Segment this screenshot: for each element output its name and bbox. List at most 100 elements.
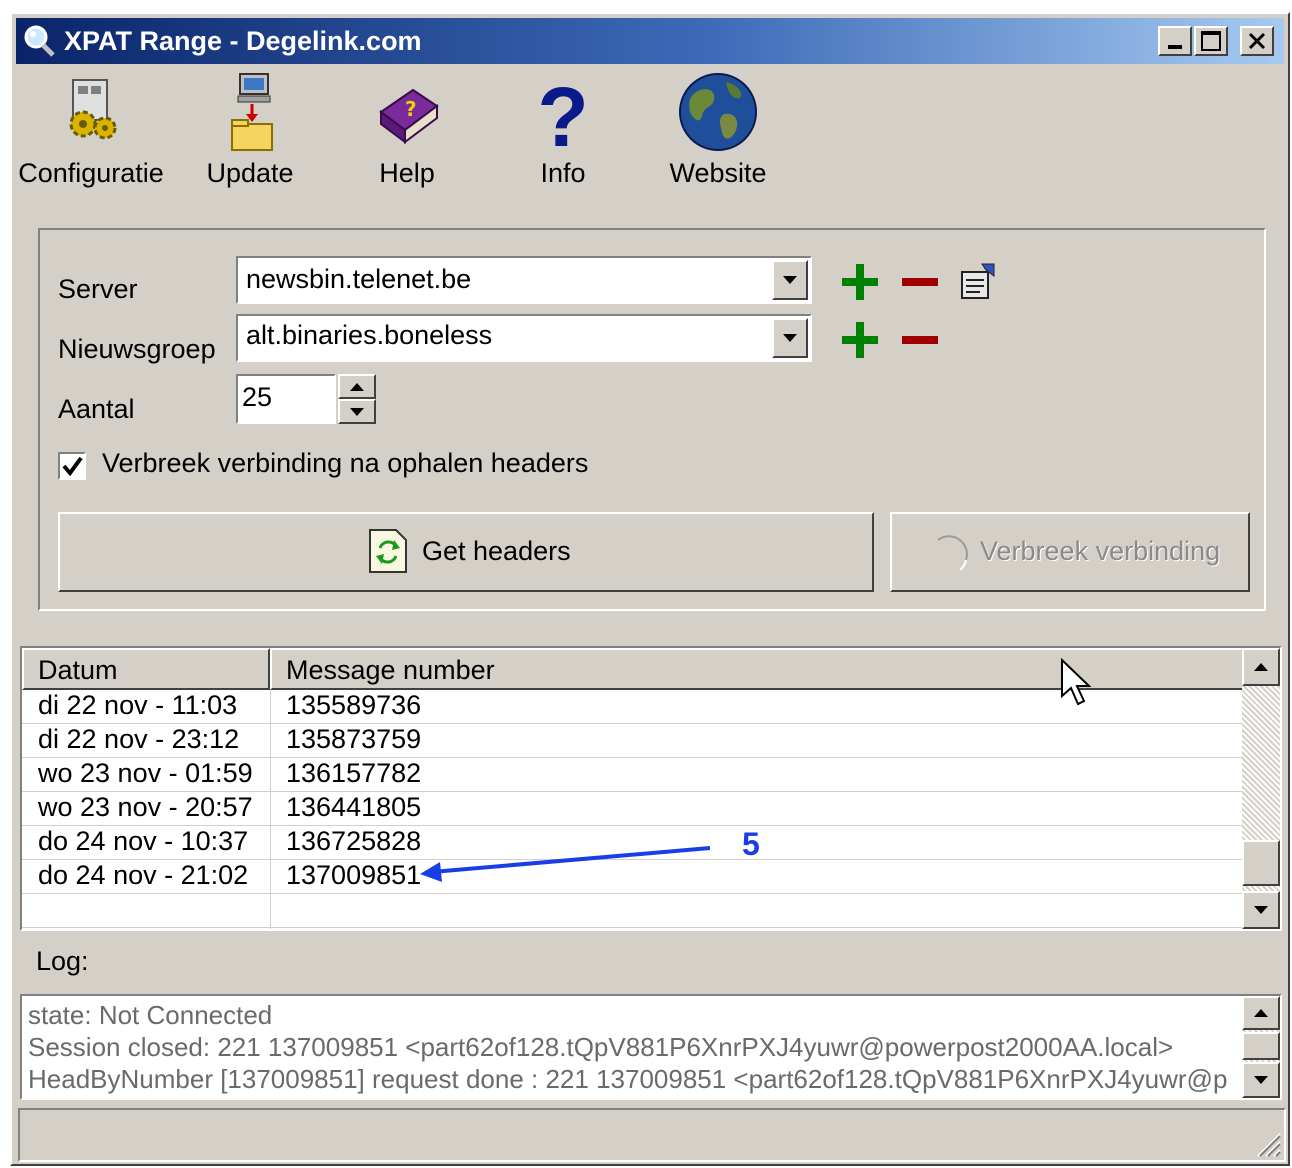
question-mark-icon: ? xyxy=(537,72,588,156)
magnifier-icon xyxy=(24,25,55,57)
log-label: Log: xyxy=(36,946,89,976)
count-decrement-button[interactable] xyxy=(338,399,376,424)
row-message-number: 136157782 xyxy=(286,758,422,788)
svg-text:?: ? xyxy=(405,97,417,121)
toolbar-label: Help xyxy=(379,158,435,188)
remove-server-icon[interactable] xyxy=(898,260,942,304)
row-date: wo 23 nov - 01:59 xyxy=(38,758,253,788)
connection-groupbox: Server newsbin.telenet.be Nieuwsgroep al… xyxy=(38,228,1266,611)
spinner-icon xyxy=(937,535,968,571)
config-gears-icon xyxy=(69,79,117,140)
row-date: wo 23 nov - 20:57 xyxy=(38,792,253,822)
messages-listview[interactable]: Datum Message number di 22 nov - 11:03 1… xyxy=(20,646,1282,931)
row-date: do 24 nov - 21:02 xyxy=(38,860,249,890)
server-properties-icon[interactable] xyxy=(956,260,1000,304)
checkmark-icon xyxy=(62,456,83,477)
list-vertical-scrollbar[interactable] xyxy=(1242,648,1280,929)
minimize-button[interactable] xyxy=(1158,26,1192,56)
toolbar-label: Update xyxy=(206,158,294,188)
row-date: do 24 nov - 10:37 xyxy=(38,826,249,856)
update-computer-folder-icon xyxy=(231,73,273,151)
annotation-label: 5 xyxy=(742,826,760,862)
toolbar-label: Configuratie xyxy=(18,158,164,188)
column-header-message-number[interactable]: Message number xyxy=(270,648,1244,690)
maximize-button[interactable] xyxy=(1194,26,1228,56)
count-value: 25 xyxy=(242,382,273,412)
table-row[interactable] xyxy=(22,894,1244,928)
scroll-up-button[interactable] xyxy=(1242,648,1280,686)
server-label: Server xyxy=(58,274,138,304)
scroll-up-button[interactable] xyxy=(1242,996,1280,1030)
chevron-down-icon xyxy=(783,334,797,342)
newsgroup-combobox[interactable]: alt.binaries.boneless xyxy=(236,314,812,362)
chevron-down-icon xyxy=(783,276,797,284)
log-vertical-scrollbar[interactable] xyxy=(1242,996,1280,1098)
toolbar-info-button[interactable]: ? Info xyxy=(518,72,608,202)
chevron-down-icon xyxy=(1254,906,1268,914)
column-header-label: Datum xyxy=(38,655,118,685)
scroll-down-button[interactable] xyxy=(1242,1062,1280,1098)
row-message-number: 137009851 xyxy=(286,860,422,890)
status-bar xyxy=(18,1108,1286,1162)
toolbar-website-button[interactable]: Website xyxy=(658,72,778,202)
column-header-label: Message number xyxy=(286,655,495,685)
chevron-up-icon xyxy=(1254,663,1268,671)
annotation-arrow-icon xyxy=(420,846,711,882)
maximize-icon xyxy=(1201,31,1221,51)
log-textarea[interactable]: state: Not Connected Session closed: 221… xyxy=(20,994,1282,1100)
close-button[interactable] xyxy=(1240,26,1274,56)
add-server-icon[interactable] xyxy=(838,260,882,304)
disconnect-checkbox-label[interactable]: Verbreek verbinding na ophalen headers xyxy=(102,448,588,479)
newsgroup-dropdown-button[interactable] xyxy=(772,318,808,358)
count-increment-button[interactable] xyxy=(338,374,376,399)
help-book-icon: ? xyxy=(379,88,439,144)
newsgroup-value: alt.binaries.boneless xyxy=(246,320,493,350)
newsgroup-label: Nieuwsgroep xyxy=(58,334,216,364)
server-value: newsbin.telenet.be xyxy=(246,264,472,294)
globe-icon xyxy=(679,73,757,151)
toolbar-help-button[interactable]: ? Help xyxy=(352,72,462,202)
svg-text:?: ? xyxy=(537,72,588,156)
title-bar[interactable]: XPAT Range - Degelink.com xyxy=(16,18,1284,64)
table-row[interactable]: di 22 nov - 23:12 135873759 xyxy=(22,724,1244,758)
disconnect-button[interactable]: Verbreek verbinding xyxy=(890,512,1250,592)
server-dropdown-button[interactable] xyxy=(772,260,808,300)
toolbar-configuratie-button[interactable]: Configuratie xyxy=(16,72,166,202)
table-row[interactable]: wo 23 nov - 20:57 136441805 xyxy=(22,792,1244,826)
row-message-number: 136725828 xyxy=(286,826,422,856)
chevron-up-icon xyxy=(1254,1009,1268,1017)
mouse-cursor-icon xyxy=(1061,658,1092,706)
remove-newsgroup-icon[interactable] xyxy=(898,318,942,362)
scroll-thumb[interactable] xyxy=(1242,840,1280,886)
table-row[interactable]: wo 23 nov - 01:59 136157782 xyxy=(22,758,1244,792)
minimize-icon xyxy=(1168,45,1182,49)
log-line: state: Not Connected xyxy=(28,1000,273,1030)
app-window: XPAT Range - Degelink.com Configuratie U… xyxy=(10,12,1290,1166)
toolbar-update-button[interactable]: Update xyxy=(190,72,310,202)
toolbar-label: Info xyxy=(540,158,586,188)
chevron-up-icon xyxy=(350,382,364,391)
row-message-number: 135873759 xyxy=(286,724,422,754)
row-date: di 22 nov - 23:12 xyxy=(38,724,240,754)
log-line: HeadByNumber [137009851] request done : … xyxy=(28,1064,1228,1094)
add-newsgroup-icon[interactable] xyxy=(838,318,882,362)
scroll-thumb[interactable] xyxy=(1242,1032,1280,1060)
chevron-down-icon xyxy=(350,407,364,416)
scroll-down-button[interactable] xyxy=(1242,891,1280,929)
get-headers-label: Get headers xyxy=(422,536,571,566)
toolbar-label: Website xyxy=(669,158,767,188)
row-message-number: 135589736 xyxy=(286,690,422,720)
log-line: Session closed: 221 137009851 <part62of1… xyxy=(28,1032,1174,1062)
chevron-down-icon xyxy=(1254,1076,1268,1084)
refresh-document-icon xyxy=(369,529,407,573)
server-combobox[interactable]: newsbin.telenet.be xyxy=(236,256,812,304)
get-headers-button[interactable]: Get headers xyxy=(58,512,874,592)
disconnect-checkbox[interactable] xyxy=(58,452,86,480)
disconnect-button-label: Verbreek verbinding xyxy=(980,536,1221,566)
count-input[interactable]: 25 xyxy=(236,374,336,424)
window-title: XPAT Range - Degelink.com xyxy=(64,26,422,56)
close-icon xyxy=(1248,32,1266,50)
row-message-number: 136441805 xyxy=(286,792,422,822)
column-header-datum[interactable]: Datum xyxy=(22,648,270,690)
resize-grip-icon[interactable] xyxy=(1252,1128,1282,1158)
